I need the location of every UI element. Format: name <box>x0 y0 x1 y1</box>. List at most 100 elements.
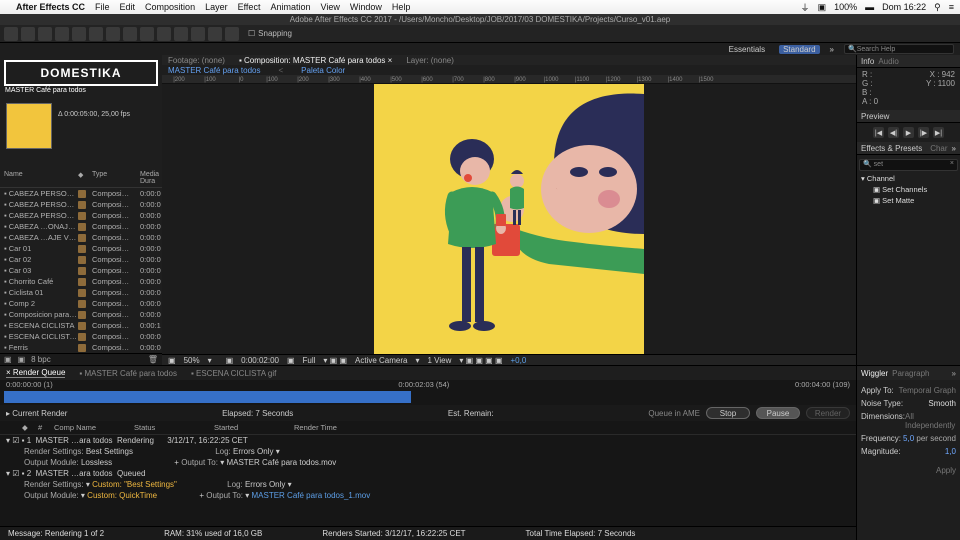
pause-button[interactable]: Pause <box>756 407 800 419</box>
project-item[interactable]: ▪ Car 03Composi…0:00:0 <box>0 265 162 276</box>
camera-dropdown[interactable]: Active Camera <box>355 356 407 365</box>
exposure[interactable]: +0,0 <box>511 356 527 365</box>
project-item[interactable]: ▪ CABEZA …AJE V01B RIGComposi…0:00:0 <box>0 232 162 243</box>
snapping-label[interactable]: Snapping <box>258 29 292 38</box>
volume-icon[interactable]: ▣ <box>818 2 827 13</box>
col-type[interactable]: Type <box>92 171 140 185</box>
project-item[interactable]: ▪ Chorrito CaféComposi…0:00:0 <box>0 276 162 287</box>
pan-behind-tool-icon[interactable] <box>89 27 103 41</box>
menu-view[interactable]: View <box>320 2 339 12</box>
tab-audio[interactable]: Audio <box>878 57 898 66</box>
menu-edit[interactable]: Edit <box>120 2 136 12</box>
render-item-2[interactable]: ▾ ☑ ▪ 2 MASTER …ara todos Queued <box>0 468 856 479</box>
battery-text: 100% <box>834 2 857 12</box>
selection-tool-icon[interactable] <box>4 27 18 41</box>
stop-button[interactable]: Stop <box>706 407 750 419</box>
effect-set-channels[interactable]: ▣ Set Channels <box>859 184 958 195</box>
camera-tool-icon[interactable] <box>72 27 86 41</box>
remain-label: Est. Remain: <box>448 409 494 418</box>
tab-paragraph[interactable]: Paragraph <box>892 369 929 378</box>
wifi-icon[interactable]: ⏚ <box>801 1 810 14</box>
type-tool-icon[interactable] <box>140 27 154 41</box>
rect-tool-icon[interactable] <box>106 27 120 41</box>
tab-effects-presets[interactable]: Effects & Presets <box>861 144 922 153</box>
status-ram: RAM: 31% used of 16,0 GB <box>164 529 262 538</box>
tab-wiggler[interactable]: Wiggler <box>861 369 888 378</box>
project-item[interactable]: ▪ Ciclista 01Composi…0:00:0 <box>0 287 162 298</box>
project-list[interactable]: Name ◆ Type Media Dura ▪ CABEZA PERSONAJ… <box>0 169 162 353</box>
tab-composition[interactable]: ▪ Composition: MASTER Café para todos × <box>239 56 392 65</box>
project-item[interactable]: ▪ Car 01Composi…0:00:0 <box>0 243 162 254</box>
app-name[interactable]: After Effects CC <box>16 2 85 12</box>
trash-icon[interactable]: 🗑 <box>148 355 158 364</box>
effect-set-matte[interactable]: ▣ Set Matte <box>859 195 958 206</box>
project-panel: DOMESTIKA MASTER Café para todos Δ 0:00:… <box>0 55 162 365</box>
res-dropdown[interactable]: Full <box>303 356 316 365</box>
prev-frame-icon[interactable]: ◀| <box>888 127 899 138</box>
project-item[interactable]: ▪ CABEZA …ONAJE V01BComposi…0:00:0 <box>0 221 162 232</box>
hand-tool-icon[interactable] <box>21 27 35 41</box>
tab-preview[interactable]: Preview <box>861 112 889 121</box>
menu-file[interactable]: File <box>95 2 110 12</box>
menu-effect[interactable]: Effect <box>238 2 261 12</box>
project-item[interactable]: ▪ Car 02Composi…0:00:0 <box>0 254 162 265</box>
eraser-tool-icon[interactable] <box>191 27 205 41</box>
crumb-master[interactable]: MASTER Café para todos <box>168 66 260 75</box>
pen-tool-icon[interactable] <box>123 27 137 41</box>
play-icon[interactable]: ▶ <box>903 127 914 138</box>
next-frame-icon[interactable]: |▶ <box>918 127 929 138</box>
project-item[interactable]: ▪ CABEZA PERSONAJE BiciComposi…0:00:0 <box>0 188 162 199</box>
zoom-tool-icon[interactable] <box>38 27 52 41</box>
cti-time[interactable]: 0:00:02:00 <box>241 356 279 365</box>
menu-icon[interactable]: ≡ <box>949 2 954 12</box>
ws-more-icon[interactable]: » <box>830 45 834 54</box>
bpc-toggle[interactable]: 8 bpc <box>31 355 51 364</box>
puppet-tool-icon[interactable] <box>225 27 239 41</box>
project-item[interactable]: ▪ ESCENA CICLISTAComposi…0:00:1 <box>0 320 162 331</box>
menu-animation[interactable]: Animation <box>270 2 310 12</box>
project-item[interactable]: ▪ CABEZA PERSONAJE V01Composi…0:00:0 <box>0 210 162 221</box>
menu-layer[interactable]: Layer <box>205 2 228 12</box>
rotate-tool-icon[interactable] <box>55 27 69 41</box>
menu-composition[interactable]: Composition <box>145 2 195 12</box>
menu-window[interactable]: Window <box>350 2 382 12</box>
tab-layer[interactable]: Layer: (none) <box>406 56 454 65</box>
project-item[interactable]: ▪ Composicion para LoopComposi…0:00:0 <box>0 309 162 320</box>
search-help-input[interactable]: 🔍 Search Help <box>844 44 954 54</box>
view-dropdown[interactable]: 1 View <box>427 356 451 365</box>
first-frame-icon[interactable]: |◀ <box>873 127 884 138</box>
col-label-icon[interactable]: ◆ <box>78 171 92 185</box>
menu-help[interactable]: Help <box>392 2 411 12</box>
clock[interactable]: Dom 16:22 <box>882 2 926 12</box>
col-name[interactable]: Name <box>4 171 78 185</box>
composition-canvas[interactable] <box>374 84 644 354</box>
folder-icon[interactable]: ▣ <box>4 355 12 364</box>
project-item[interactable]: ▪ CABEZA PERSONAJE CafeComposi…0:00:0 <box>0 199 162 210</box>
tab-render-queue[interactable]: × Render Queue <box>6 368 65 378</box>
ws-standard[interactable]: Standard <box>779 45 819 54</box>
project-item[interactable]: ▪ ESCENA CICLISTA gifComposi…0:00:0 <box>0 331 162 342</box>
progress-mid: 0:00:02:03 (54) <box>398 380 449 389</box>
project-item[interactable]: ▪ Comp 2Composi…0:00:0 <box>0 298 162 309</box>
effects-search-input[interactable]: 🔍 set× <box>859 159 958 171</box>
crumb-paleta[interactable]: Paleta Color <box>301 66 345 75</box>
col-media[interactable]: Media Dura <box>140 171 162 185</box>
comp-thumbnail[interactable] <box>6 103 52 149</box>
tab-footage[interactable]: Footage: (none) <box>168 56 225 65</box>
tab-info[interactable]: Info <box>861 57 874 66</box>
viewer[interactable] <box>162 84 856 354</box>
new-comp-icon[interactable]: ▣ <box>18 355 26 364</box>
tab-timeline-master[interactable]: ▪ MASTER Café para todos <box>79 369 177 378</box>
ws-essentials[interactable]: Essentials <box>725 45 769 54</box>
tab-timeline-ciclista[interactable]: ▪ ESCENA CICLISTA gif <box>191 369 276 378</box>
project-item[interactable]: ▪ FerrisComposi…0:00:0 <box>0 342 162 353</box>
brush-tool-icon[interactable] <box>157 27 171 41</box>
render-item-1[interactable]: ▾ ☑ ▪ 1 MASTER …ara todos Rendering 3/12… <box>0 435 856 446</box>
effects-group-channel[interactable]: ▾ Channel <box>859 173 958 184</box>
roto-tool-icon[interactable] <box>208 27 222 41</box>
zoom-dropdown[interactable]: 50% <box>184 356 200 365</box>
tab-character[interactable]: Char <box>930 144 947 153</box>
spotlight-icon[interactable]: ⚲ <box>934 2 941 13</box>
last-frame-icon[interactable]: ▶| <box>933 127 944 138</box>
clone-tool-icon[interactable] <box>174 27 188 41</box>
